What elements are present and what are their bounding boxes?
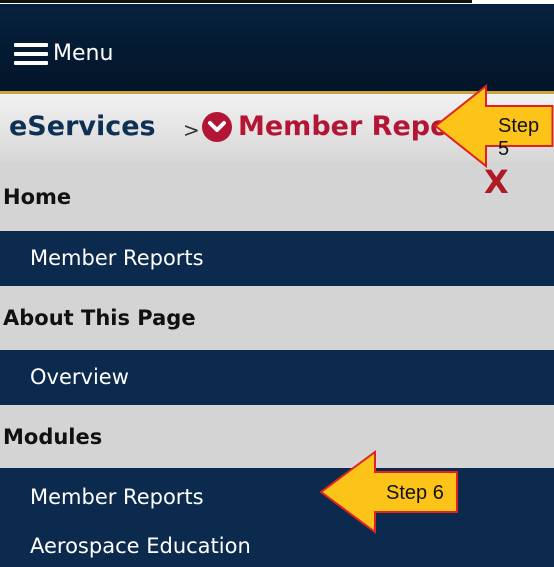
top-border (0, 0, 472, 3)
step6-label: Step 6 (386, 482, 444, 504)
nav-item-overview[interactable]: Overview (0, 350, 554, 405)
breadcrumb-root-link[interactable]: eServices (9, 111, 156, 143)
nav-item-member-reports-module[interactable]: Member Reports (30, 485, 204, 509)
step5-label: Step 5 (498, 115, 540, 160)
nav-section-modules-items: Member Reports Aerospace Education (0, 468, 554, 567)
nav-item-aerospace-education[interactable]: Aerospace Education (30, 534, 251, 558)
nav-item-label: Member Reports (30, 246, 204, 270)
hamburger-icon[interactable] (14, 43, 48, 65)
nav-item-label: Overview (30, 365, 129, 389)
menu-bar: Menu (0, 4, 554, 91)
breadcrumb-separator: > (183, 118, 200, 142)
nav-section-title[interactable]: Modules (3, 425, 102, 449)
nav-section-about: About This Page (0, 286, 554, 350)
menu-button[interactable]: Menu (53, 41, 113, 67)
nav-item-member-reports[interactable]: Member Reports (0, 231, 554, 286)
chevron-down-circle-icon[interactable] (202, 112, 232, 142)
nav-section-title[interactable]: Home (3, 185, 71, 209)
nav-section-modules: Modules (0, 405, 554, 468)
nav-section-title[interactable]: About This Page (3, 306, 196, 330)
